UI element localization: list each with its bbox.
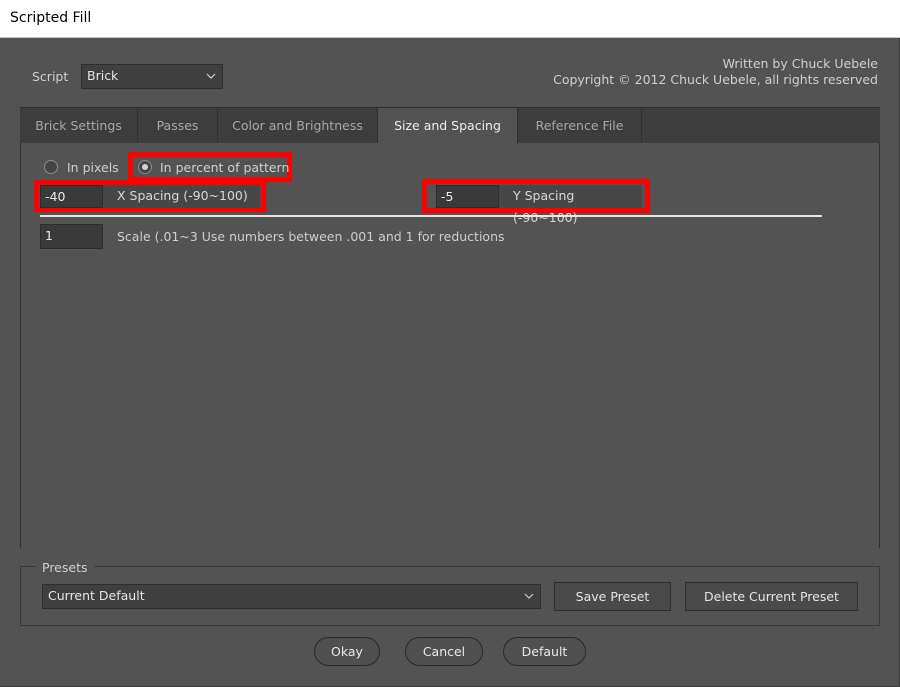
script-select-value: Brick	[87, 68, 119, 83]
tab-size-and-spacing[interactable]: Size and Spacing	[378, 108, 518, 144]
chevron-down-icon	[524, 593, 534, 599]
x-spacing-label: X Spacing (-90~100)	[103, 185, 260, 208]
preset-select[interactable]: Current Default	[42, 584, 541, 609]
scale-input[interactable]: 1	[40, 224, 103, 249]
script-select[interactable]: Brick	[81, 64, 223, 89]
tab-bar: Brick Settings Passes Color and Brightne…	[20, 107, 880, 144]
in-percent-radio[interactable]	[138, 160, 152, 174]
tab-passes[interactable]: Passes	[138, 108, 218, 143]
y-spacing-label: Y Spacing (-90~100)	[499, 185, 642, 225]
chevron-down-icon	[206, 73, 216, 79]
tab-reference-file[interactable]: Reference File	[518, 108, 642, 143]
tab-brick-settings[interactable]: Brick Settings	[20, 108, 138, 143]
tab-color-and-brightness[interactable]: Color and Brightness	[218, 108, 378, 143]
x-spacing-input[interactable]: -40	[40, 185, 103, 208]
presets-legend: Presets	[36, 560, 94, 575]
credit-copyright: Copyright © 2012 Chuck Uebele, all right…	[553, 72, 878, 87]
in-pixels-label: In pixels	[67, 160, 119, 175]
in-pixels-radio[interactable]	[44, 160, 58, 174]
in-percent-label: In percent of pattern	[160, 160, 290, 175]
delete-current-preset-button[interactable]: Delete Current Preset	[685, 582, 858, 611]
scale-label: Scale (.01~3 Use numbers between .001 an…	[117, 229, 505, 244]
save-preset-button[interactable]: Save Preset	[554, 582, 671, 611]
window-title: Scripted Fill	[10, 10, 92, 26]
okay-button[interactable]: Okay	[314, 637, 380, 666]
cancel-button[interactable]: Cancel	[405, 637, 483, 666]
y-spacing-input[interactable]: -5	[436, 185, 499, 208]
script-label: Script	[32, 69, 69, 84]
credit-author: Written by Chuck Uebele	[722, 56, 878, 71]
scripted-fill-dialog: Scripted Fill Script Brick Written by Ch…	[0, 0, 900, 687]
preset-select-value: Current Default	[48, 588, 145, 603]
credit-text: Written by Chuck Uebele Copyright © 2012…	[553, 56, 878, 88]
divider-line	[40, 215, 822, 217]
title-bar: Scripted Fill	[0, 0, 900, 38]
default-button[interactable]: Default	[503, 637, 586, 666]
